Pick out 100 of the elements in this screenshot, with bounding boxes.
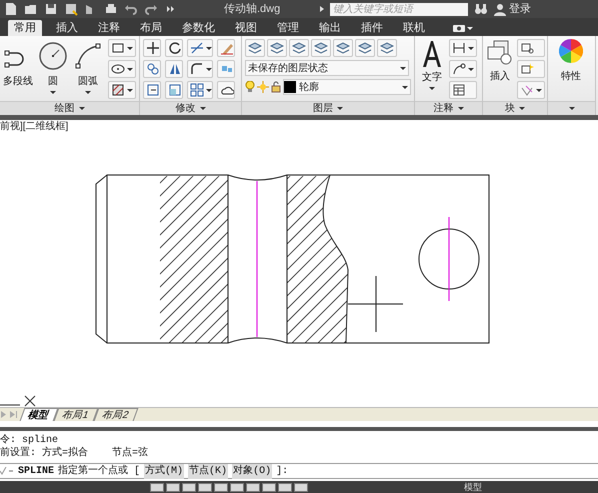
tool-button[interactable]: [108, 39, 136, 57]
layer-dropdown[interactable]: 轮廓: [283, 79, 411, 95]
ribbon-tab[interactable]: 插入: [50, 20, 84, 36]
status-toggle-button[interactable]: [182, 482, 196, 492]
tool-button[interactable]: [449, 39, 477, 57]
tool-button[interactable]: [187, 39, 213, 57]
panel-title-button[interactable]: 块: [483, 101, 547, 115]
command-history-line: 前设置: 方式=拟合 节点=弦: [0, 447, 150, 460]
command-option-link[interactable]: 节点(K): [188, 464, 228, 478]
tool-button[interactable]: [449, 81, 477, 99]
tool-button[interactable]: [245, 39, 265, 57]
search-field[interactable]: 键入关键字或短语: [330, 2, 468, 16]
layout-tab[interactable]: 模型: [20, 408, 58, 421]
ribbon-tab[interactable]: 联机: [397, 20, 431, 36]
viewport-label[interactable]: 前视][二维线框]: [0, 121, 68, 133]
layer-icon: [270, 41, 284, 55]
button-label: 圆: [48, 75, 58, 89]
panel-title: 图层: [313, 102, 333, 116]
insert-button[interactable]: 插入: [486, 39, 514, 84]
tool-button[interactable]: [165, 39, 183, 57]
tool-button[interactable]: [165, 60, 183, 78]
create-block-icon: [520, 41, 534, 55]
redo-icon[interactable]: [144, 2, 158, 16]
camera-icon: [453, 24, 465, 32]
tool-button[interactable]: [165, 81, 183, 99]
tool-button[interactable]: [311, 39, 331, 57]
panel-title-button[interactable]: 绘图: [0, 101, 139, 115]
tool-button[interactable]: [187, 81, 213, 99]
tool-button[interactable]: [449, 60, 477, 78]
layer-state-dropdown[interactable]: 未保存的图层状态: [245, 60, 409, 76]
tool-button[interactable]: [143, 39, 161, 57]
pencil-icon: [220, 41, 234, 55]
layer-icon: [358, 41, 372, 55]
ribbon-tab[interactable]: 常用: [8, 20, 42, 36]
ribbon-tab[interactable]: 注释: [92, 20, 126, 36]
status-toggle-button[interactable]: [230, 482, 244, 492]
tool-button[interactable]: [289, 39, 309, 57]
status-toggle-button[interactable]: [166, 482, 180, 492]
save-as-icon[interactable]: [64, 2, 78, 16]
panel-title-button[interactable]: 图层: [242, 101, 414, 115]
ribbon-tab[interactable]: 布局: [134, 20, 168, 36]
tool-button[interactable]: [267, 39, 287, 57]
tool-button[interactable]: 圆弧: [73, 39, 103, 94]
move-icon: [146, 41, 160, 55]
button-label: 多段线: [3, 74, 33, 89]
status-toggle-button[interactable]: [294, 482, 308, 492]
tool-button[interactable]: [333, 39, 353, 57]
ribbon-tab[interactable]: 插件: [355, 20, 389, 36]
sun-icon: [257, 81, 269, 93]
caret-icon: [519, 107, 525, 110]
status-toggle-button[interactable]: [278, 482, 292, 492]
panel-title-button[interactable]: 修改: [140, 101, 241, 115]
caret-icon: [468, 68, 474, 70]
linear-dimension-icon: [452, 41, 466, 55]
tool-button[interactable]: [143, 60, 161, 78]
tool-button[interactable]: [517, 60, 545, 78]
text-button[interactable]: 文字: [418, 39, 446, 90]
panel-title-button[interactable]: 注释: [415, 101, 482, 115]
layout-tab[interactable]: 布局2: [93, 408, 138, 421]
status-toggle-button[interactable]: [262, 482, 276, 492]
rectangle-icon: [111, 41, 125, 55]
tool-button[interactable]: [355, 39, 375, 57]
tool-button[interactable]: [217, 81, 235, 99]
save-icon[interactable]: [44, 2, 58, 16]
layout-tab[interactable]: 布局1: [54, 408, 98, 421]
command-option-link[interactable]: 方式(M): [144, 464, 184, 478]
ribbon-tab[interactable]: 输出: [313, 20, 347, 36]
caret-icon: [568, 107, 574, 110]
login-link[interactable]: 登录: [509, 0, 531, 18]
tool-button[interactable]: [143, 81, 161, 99]
folder-icon[interactable]: [24, 2, 38, 16]
tool-button[interactable]: [108, 81, 136, 99]
caret-icon: [127, 68, 133, 70]
ribbon-tab[interactable]: 视图: [229, 20, 263, 36]
printer-icon[interactable]: [104, 2, 118, 16]
arrow-icon: [320, 6, 324, 12]
properties-button[interactable]: 特性: [551, 39, 591, 84]
status-toggle-button[interactable]: [150, 482, 164, 492]
caret-icon: [468, 46, 474, 50]
status-toggle-button[interactable]: [214, 482, 228, 492]
bulb-icon: [245, 81, 255, 93]
button-label: 特性: [561, 70, 581, 84]
tool-button[interactable]: [108, 60, 136, 78]
ribbon-tab[interactable]: 参数化: [176, 20, 221, 36]
ribbon-tab[interactable]: 管理: [271, 20, 305, 36]
command-input-field[interactable]: SPLINE 指定第一个点或 [ 方式(M) 节点(K) 对象(O) ]:: [0, 463, 598, 479]
tool-button[interactable]: 圆: [38, 39, 68, 94]
tool-button[interactable]: 多段线: [3, 39, 33, 94]
status-toggle-button[interactable]: [198, 482, 212, 492]
status-toggle-button[interactable]: [246, 482, 260, 492]
tool-button[interactable]: [377, 39, 397, 57]
tool-button[interactable]: [187, 60, 213, 78]
new-file-icon[interactable]: [4, 2, 18, 16]
binoculars-icon[interactable]: [474, 3, 488, 15]
tool-button[interactable]: [517, 39, 545, 57]
command-prompt: ]:: [276, 464, 288, 478]
space-label[interactable]: 模型: [460, 482, 486, 492]
panel-title: 注释: [434, 102, 454, 116]
command-option-link[interactable]: 对象(O): [232, 464, 272, 478]
arc-icon: [73, 41, 103, 71]
